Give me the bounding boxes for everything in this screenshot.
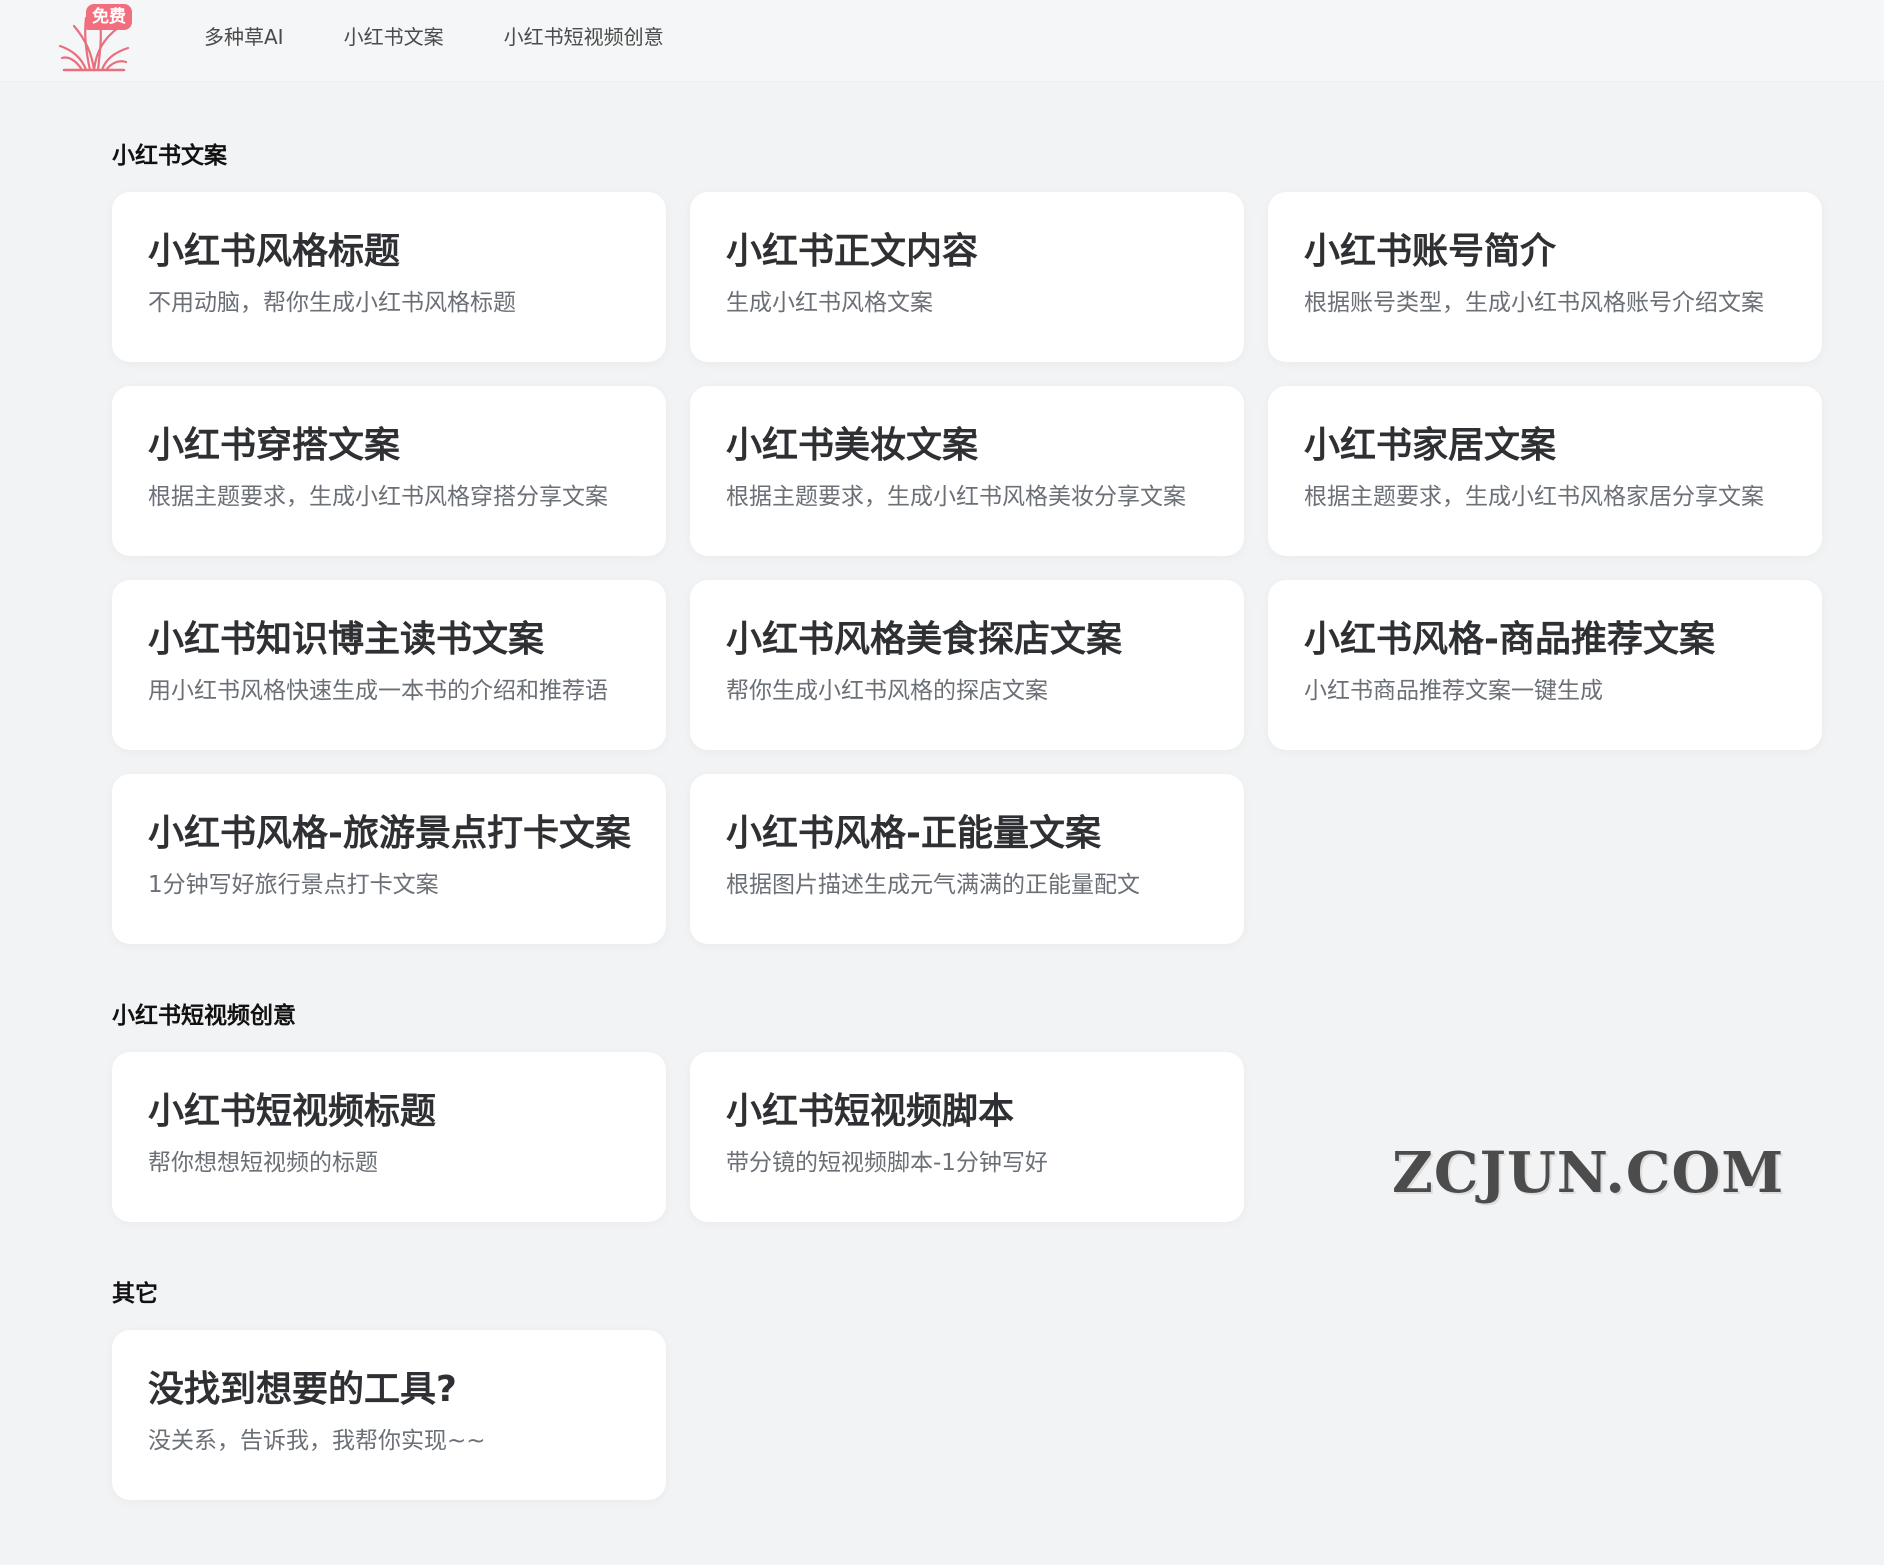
card-title: 小红书风格标题 [148, 231, 401, 272]
tool-card[interactable]: 小红书短视频脚本 带分镜的短视频脚本-1分钟写好 [690, 1052, 1244, 1222]
free-badge: 免费 [86, 4, 132, 30]
card-title: 小红书账号简介 [1304, 231, 1557, 272]
card-desc: 用小红书风格快速生成一本书的介绍和推荐语 [148, 678, 608, 704]
section-title-other: 其它 [112, 1281, 158, 1307]
card-title: 小红书短视频脚本 [726, 1091, 1015, 1132]
tool-card[interactable]: 小红书家居文案 根据主题要求，生成小红书风格家居分享文案 [1268, 386, 1822, 556]
main-nav: 多种草AI 小红书文案 小红书短视频创意 [204, 0, 664, 70]
tool-card[interactable]: 小红书穿搭文案 根据主题要求，生成小红书风格穿搭分享文案 [112, 386, 666, 556]
card-title: 小红书风格-商品推荐文案 [1304, 619, 1715, 660]
tool-card[interactable]: 小红书短视频标题 帮你想想短视频的标题 [112, 1052, 666, 1222]
card-desc: 帮你生成小红书风格的探店文案 [726, 678, 1048, 704]
card-desc: 根据主题要求，生成小红书风格穿搭分享文案 [148, 484, 608, 510]
card-title: 小红书风格美食探店文案 [726, 619, 1123, 660]
section-title-xhs-video: 小红书短视频创意 [112, 1003, 296, 1029]
card-title: 小红书风格-旅游景点打卡文案 [148, 813, 631, 854]
tool-card[interactable]: 小红书正文内容 生成小红书风格文案 [690, 192, 1244, 362]
card-title: 小红书穿搭文案 [148, 425, 401, 466]
nav-item-xhs-copy[interactable]: 小红书文案 [344, 21, 444, 50]
card-desc: 不用动脑，帮你生成小红书风格标题 [148, 290, 516, 316]
tool-card[interactable]: 小红书知识博主读书文案 用小红书风格快速生成一本书的介绍和推荐语 [112, 580, 666, 750]
tool-card-request[interactable]: 没找到想要的工具? 没关系，告诉我，我帮你实现~~ [112, 1330, 666, 1500]
top-navbar: 免费 多种草AI 小红书文案 小红书短视频创意 [0, 0, 1884, 82]
card-desc: 1分钟写好旅行景点打卡文案 [148, 872, 439, 898]
tool-card[interactable]: 小红书风格美食探店文案 帮你生成小红书风格的探店文案 [690, 580, 1244, 750]
card-title: 小红书美妆文案 [726, 425, 979, 466]
page: 免费 多种草AI 小红书文案 小红书短视频创意 小红书文案 小红书风格标题 不用… [0, 0, 1884, 1565]
tool-card[interactable]: 小红书风格-商品推荐文案 小红书商品推荐文案一键生成 [1268, 580, 1822, 750]
card-desc: 带分镜的短视频脚本-1分钟写好 [726, 1150, 1048, 1176]
tool-card[interactable]: 小红书风格-旅游景点打卡文案 1分钟写好旅行景点打卡文案 [112, 774, 666, 944]
card-title: 没找到想要的工具? [148, 1369, 457, 1410]
card-title: 小红书家居文案 [1304, 425, 1557, 466]
card-desc: 生成小红书风格文案 [726, 290, 933, 316]
card-title: 小红书正文内容 [726, 231, 979, 272]
card-title: 小红书短视频标题 [148, 1091, 437, 1132]
nav-item-home[interactable]: 多种草AI [204, 21, 284, 50]
tool-card[interactable]: 小红书美妆文案 根据主题要求，生成小红书风格美妆分享文案 [690, 386, 1244, 556]
tool-card[interactable]: 小红书风格-正能量文案 根据图片描述生成元气满满的正能量配文 [690, 774, 1244, 944]
card-desc: 根据图片描述生成元气满满的正能量配文 [726, 872, 1140, 898]
card-title: 小红书风格-正能量文案 [726, 813, 1101, 854]
card-desc: 小红书商品推荐文案一键生成 [1304, 678, 1603, 704]
watermark: ZCJUN.COM [1392, 1140, 1785, 1206]
card-title: 小红书知识博主读书文案 [148, 619, 545, 660]
nav-item-xhs-video[interactable]: 小红书短视频创意 [504, 21, 664, 50]
card-desc: 没关系，告诉我，我帮你实现~~ [148, 1428, 486, 1454]
tool-card[interactable]: 小红书账号简介 根据账号类型，生成小红书风格账号介绍文案 [1268, 192, 1822, 362]
card-desc: 根据主题要求，生成小红书风格家居分享文案 [1304, 484, 1764, 510]
card-desc: 帮你想想短视频的标题 [148, 1150, 378, 1176]
card-desc: 根据账号类型，生成小红书风格账号介绍文案 [1304, 290, 1764, 316]
card-desc: 根据主题要求，生成小红书风格美妆分享文案 [726, 484, 1186, 510]
logo[interactable]: 免费 [56, 4, 132, 74]
tool-card[interactable]: 小红书风格标题 不用动脑，帮你生成小红书风格标题 [112, 192, 666, 362]
section-title-xhs-copy: 小红书文案 [112, 143, 227, 169]
